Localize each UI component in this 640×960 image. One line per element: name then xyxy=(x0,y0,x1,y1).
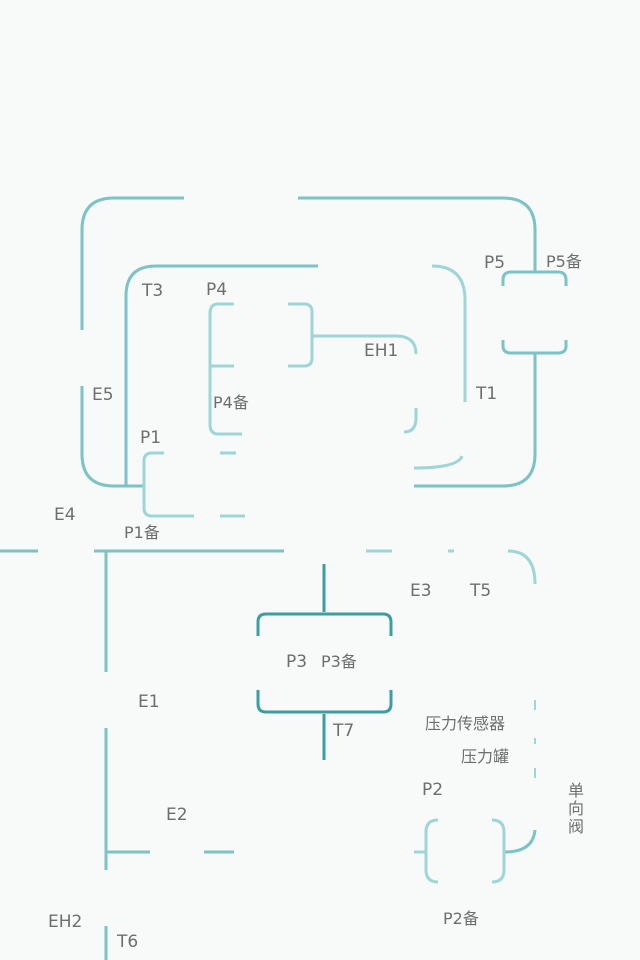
label-check-valve: 单向阀 xyxy=(567,781,584,836)
label-t7: T7 xyxy=(333,721,355,741)
label-pressure-tank: 压力罐 xyxy=(461,747,510,766)
label-e2: E2 xyxy=(166,805,188,825)
pipe-inner-bottom-right xyxy=(413,455,464,470)
pump-p5-top xyxy=(501,270,568,286)
pump-p3-bottom xyxy=(256,690,393,714)
label-p3: P3 xyxy=(286,652,308,672)
pipe-inner-right xyxy=(431,264,467,402)
label-t1: T1 xyxy=(476,384,498,404)
pipe-network xyxy=(0,196,568,960)
pump-p2-left xyxy=(424,818,439,884)
label-eh2: EH2 xyxy=(48,912,83,932)
label-p1-spare: P1备 xyxy=(124,523,160,542)
pump-p4-left xyxy=(208,302,242,436)
label-p5: P5 xyxy=(484,253,506,273)
label-eh1: EH1 xyxy=(364,341,399,361)
pump-p3-top xyxy=(256,612,393,636)
label-p1: P1 xyxy=(140,428,162,448)
label-p2: P2 xyxy=(422,780,444,800)
pipe-check-valve xyxy=(504,829,537,854)
label-pressure-sensor: 压力传感器 xyxy=(425,714,506,733)
label-t5: T5 xyxy=(470,581,492,601)
label-p4-spare: P4备 xyxy=(213,393,249,412)
label-t3: T3 xyxy=(142,281,164,301)
pump-p4-right xyxy=(288,302,314,368)
label-e1: E1 xyxy=(138,692,160,712)
pump-p1 xyxy=(142,451,194,518)
pump-p5-bottom xyxy=(501,340,568,355)
label-e4: E4 xyxy=(54,505,76,525)
label-t6: T6 xyxy=(117,932,139,952)
label-p3-spare: P3备 xyxy=(321,652,357,671)
pipe-outer-top-left xyxy=(80,196,184,330)
label-e5: E5 xyxy=(92,385,114,405)
label-p5-spare: P5备 xyxy=(546,252,582,271)
pipe-schematic: T3 P4 P5 P5备 EH1 E5 P4备 T1 P1 E4 P1备 E3 … xyxy=(0,0,640,960)
pump-p2-right xyxy=(491,818,506,884)
label-e3: E3 xyxy=(410,581,432,601)
pipe-eh1-lower xyxy=(403,408,418,434)
label-p4: P4 xyxy=(206,280,228,300)
pipe-header-right xyxy=(507,549,537,585)
label-p2-spare: P2备 xyxy=(443,909,479,928)
